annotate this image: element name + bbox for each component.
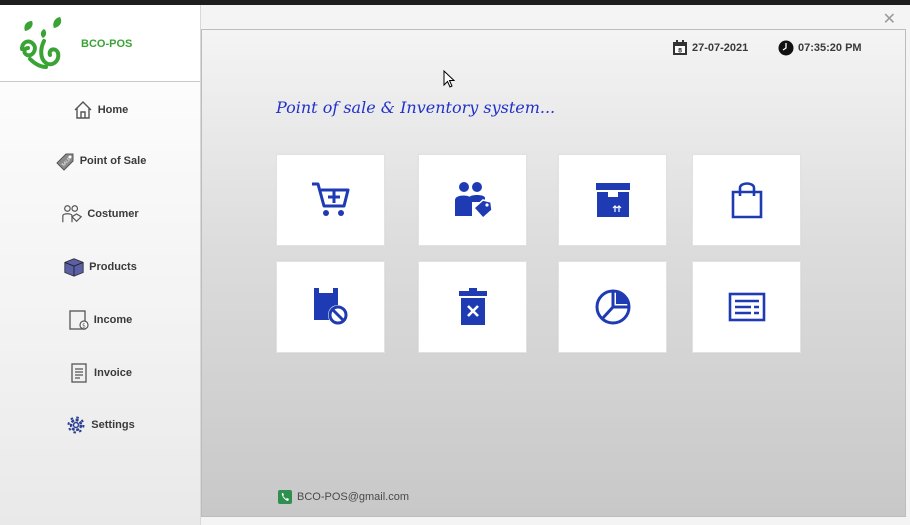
sidebar-item-settings[interactable]: Settings [0, 405, 200, 445]
home-icon [72, 99, 94, 121]
brand-header: BCO-POS [0, 5, 200, 82]
delete-icon [458, 288, 487, 325]
svg-text:$: $ [82, 323, 86, 330]
calendar-icon: 8 [673, 40, 687, 55]
pie-chart-tile[interactable] [558, 261, 667, 353]
mouse-cursor [443, 70, 455, 88]
report-list-tile[interactable] [692, 261, 801, 353]
box-icon [63, 256, 85, 278]
clock-icon [778, 40, 794, 56]
sidebar-item-products[interactable]: Products [0, 247, 200, 287]
delete-tile[interactable] [418, 261, 527, 353]
sidebar: BCO-POS Home SALE Point of Sale Costumer [0, 5, 201, 525]
close-icon[interactable]: ✕ [883, 11, 896, 27]
shopping-bag-tile[interactable] [692, 154, 801, 246]
time-display: 07:35:20 PM [778, 40, 862, 56]
contact-email: BCO-POS@gmail.com [278, 490, 409, 504]
app-window: BCO-POS Home SALE Point of Sale Costumer [0, 5, 910, 525]
pie-chart-icon [595, 289, 630, 325]
phone-icon [278, 490, 292, 504]
logo-icon [20, 17, 62, 69]
page-subtitle: Point of sale & Inventory system... [276, 98, 556, 117]
sidebar-item-label: Costumer [87, 208, 139, 220]
time-text: 07:35:20 PM [798, 42, 862, 54]
gear-icon [65, 414, 87, 436]
email-text: BCO-POS@gmail.com [297, 491, 410, 503]
sidebar-item-invoice[interactable]: Invoice [0, 353, 200, 393]
sidebar-item-label: Point of Sale [79, 155, 147, 167]
invoice-icon [68, 362, 90, 384]
blocked-item-tile[interactable] [276, 261, 385, 353]
sidebar-item-costumer[interactable]: Costumer [0, 194, 200, 234]
add-to-cart-tile[interactable] [276, 154, 385, 246]
customer-tag-icon [454, 182, 493, 220]
svg-text:8: 8 [678, 48, 682, 55]
sidebar-item-label: Income [93, 314, 133, 326]
list-report-icon [728, 292, 765, 322]
dashboard-panel: 8 27-07-2021 07:35:20 PM Point of sale &… [201, 29, 906, 517]
brand-name: BCO-POS [81, 38, 133, 50]
product-box-icon [595, 183, 630, 217]
sidebar-item-label: Invoice [94, 367, 132, 379]
customer-tile[interactable] [418, 154, 527, 246]
customers-icon [61, 203, 83, 225]
sidebar-item-point-of-sale[interactable]: SALE Point of Sale [0, 141, 200, 181]
date-display: 8 27-07-2021 [672, 40, 748, 56]
sidebar-item-label: Home [97, 104, 129, 116]
sidebar-item-home[interactable]: Home [0, 90, 200, 130]
products-tile[interactable] [558, 154, 667, 246]
income-icon: $ [68, 309, 90, 331]
blocked-item-icon [313, 288, 348, 325]
date-text: 27-07-2021 [692, 42, 749, 54]
shopping-bag-icon [731, 182, 762, 219]
sidebar-item-label: Settings [91, 419, 135, 431]
price-tag-icon: SALE [54, 150, 76, 172]
sidebar-item-income[interactable]: $ Income [0, 300, 200, 340]
sidebar-item-label: Products [89, 261, 137, 273]
add-to-cart-icon [311, 182, 349, 216]
